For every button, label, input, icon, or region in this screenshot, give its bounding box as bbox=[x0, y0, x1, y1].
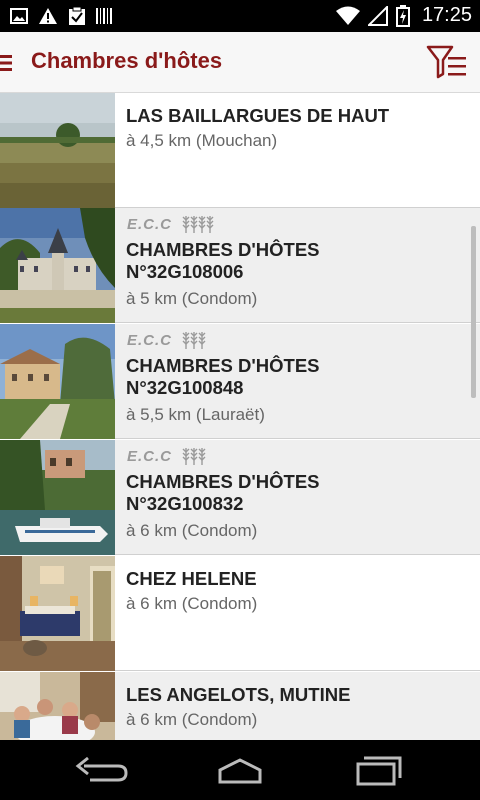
image-icon bbox=[10, 8, 28, 24]
listing-title-line: CHAMBRES D'HÔTES bbox=[126, 471, 320, 492]
recent-apps-icon[interactable] bbox=[350, 754, 410, 788]
listing-row[interactable]: CHEZ HELENE à 6 km (Condom) bbox=[0, 556, 480, 671]
listing-distance: à 4,5 km (Mouchan) bbox=[126, 131, 278, 150]
app-bar: Chambres d'hôtes bbox=[0, 32, 480, 93]
listing-row[interactable]: E.C.C CHAMBRES D'HÔTES N°32G100832 à 6 k… bbox=[0, 440, 480, 555]
listing-photo bbox=[0, 440, 115, 555]
listing-distance: à 6 km (Condom) bbox=[126, 594, 258, 613]
listing-row[interactable]: LAS BAILLARGUES DE HAUT à 4,5 km (Moucha… bbox=[0, 93, 480, 208]
status-bar: 17:25 bbox=[0, 0, 480, 32]
listing-photo bbox=[0, 556, 115, 671]
listing-title: CHAMBRES D'HÔTES N°32G108006 bbox=[126, 239, 320, 283]
listing-photo bbox=[0, 208, 115, 323]
listing-title-line: CHAMBRES D'HÔTES bbox=[126, 239, 320, 260]
clock: 17:25 bbox=[421, 4, 472, 26]
filter-list-icon[interactable] bbox=[426, 42, 468, 82]
listing-title: CHAMBRES D'HÔTES N°32G100848 bbox=[126, 355, 320, 399]
navigation-bar bbox=[0, 740, 480, 800]
wifi-icon bbox=[335, 6, 360, 25]
listing-row[interactable]: E.C.C CHAMBRES D'HÔTES N°32G108006 à 5 k… bbox=[0, 208, 480, 323]
wheat-ears-icon bbox=[182, 216, 214, 233]
signal-icon bbox=[367, 5, 388, 26]
listing-row[interactable]: LES ANGELOTS, MUTINE à 6 km (Condom) bbox=[0, 672, 480, 740]
listing-title: CHEZ HELENE bbox=[126, 568, 257, 589]
warning-icon bbox=[39, 8, 57, 24]
listing-distance: à 6 km (Condom) bbox=[126, 710, 258, 729]
ecc-label: E.C.C bbox=[127, 447, 173, 465]
page-title: Chambres d'hôtes bbox=[31, 48, 223, 73]
ecc-label: E.C.C bbox=[127, 215, 173, 233]
listing-title: LES ANGELOTS, MUTINE bbox=[126, 684, 351, 705]
barcode-icon bbox=[96, 8, 112, 24]
listing-title-line: N°32G100848 bbox=[126, 377, 244, 398]
listing-title: LAS BAILLARGUES DE HAUT bbox=[126, 105, 390, 126]
listing-title-line: N°32G108006 bbox=[126, 261, 244, 282]
home-icon[interactable] bbox=[210, 754, 270, 788]
listing-label: E.C.C bbox=[127, 214, 216, 234]
wheat-ears-icon bbox=[182, 332, 206, 349]
battery-icon bbox=[395, 4, 410, 27]
listing-row[interactable]: E.C.C CHAMBRES D'HÔTES N°32G100848 à 5,5… bbox=[0, 324, 480, 439]
listing-distance: à 5,5 km (Lauraët) bbox=[126, 405, 265, 424]
listing-distance: à 6 km (Condom) bbox=[126, 521, 258, 540]
listing-label: E.C.C bbox=[127, 446, 208, 466]
listing-photo bbox=[0, 672, 115, 740]
listing-label: E.C.C bbox=[127, 330, 208, 350]
listing-photo bbox=[0, 324, 115, 439]
listing-title: CHAMBRES D'HÔTES N°32G100832 bbox=[126, 471, 320, 515]
clipboard-check-icon bbox=[69, 6, 85, 25]
back-icon[interactable] bbox=[70, 754, 130, 788]
listing-title-line: N°32G100832 bbox=[126, 493, 244, 514]
listing-list[interactable]: LAS BAILLARGUES DE HAUT à 4,5 km (Moucha… bbox=[0, 93, 480, 740]
menu-icon[interactable] bbox=[0, 54, 14, 72]
ecc-label: E.C.C bbox=[127, 331, 173, 349]
listing-title-line: CHAMBRES D'HÔTES bbox=[126, 355, 320, 376]
listing-photo bbox=[0, 93, 115, 208]
wheat-ears-icon bbox=[182, 448, 206, 465]
scrollbar[interactable] bbox=[471, 226, 476, 398]
listing-distance: à 5 km (Condom) bbox=[126, 289, 258, 308]
